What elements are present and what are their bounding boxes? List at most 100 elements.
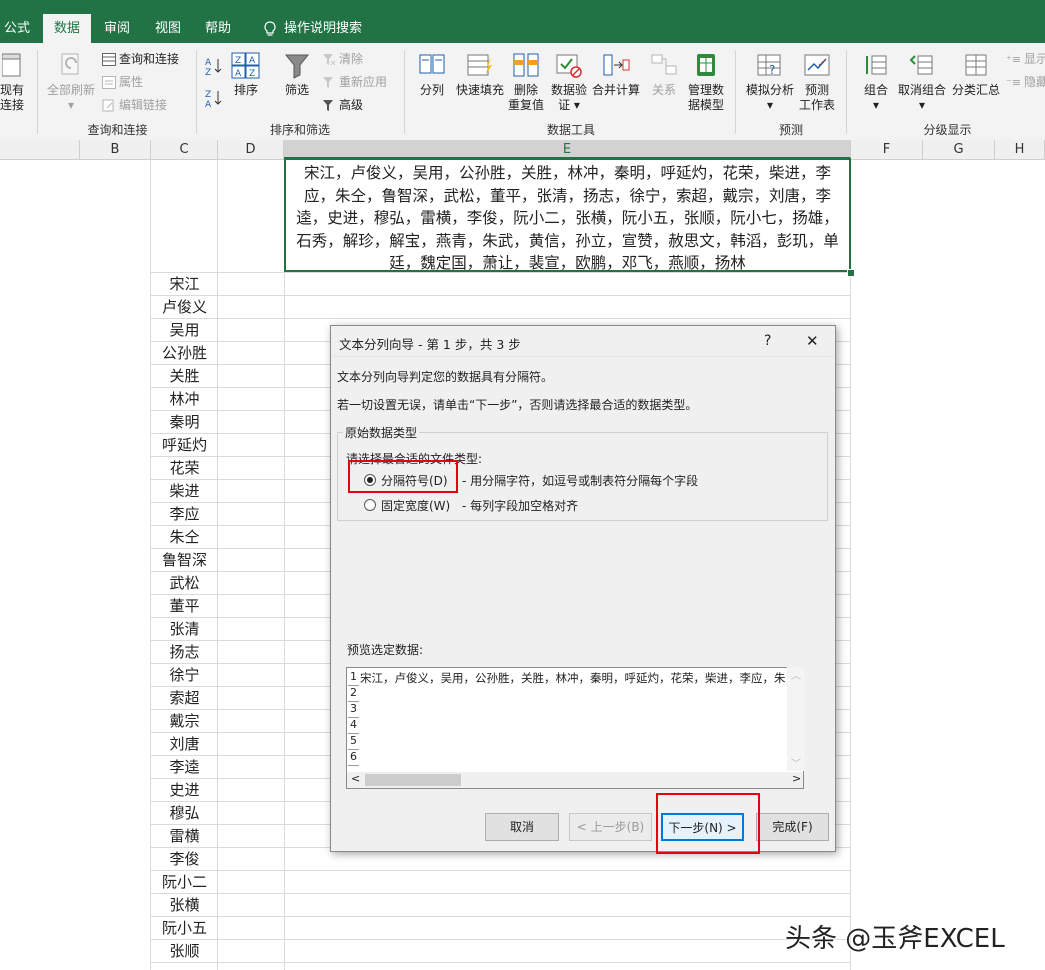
column-header-g[interactable]: G — [923, 140, 995, 159]
name-cell[interactable]: 索超 — [151, 687, 218, 710]
name-cell[interactable]: 张横 — [151, 894, 218, 917]
edit-links-button[interactable]: 编辑链接 — [102, 96, 167, 114]
sort-desc-icon[interactable]: ZA — [205, 88, 223, 110]
name-cell[interactable]: 公孙胜 — [151, 342, 218, 365]
preview-hscrollbar[interactable]: < > — [346, 772, 804, 789]
lightbulb-icon[interactable] — [258, 14, 282, 43]
tab-view[interactable]: 视图 — [148, 14, 188, 43]
forecast-sheet-button[interactable]: 预测 工作表 — [798, 52, 836, 113]
name-cell[interactable]: 戴宗 — [151, 710, 218, 733]
name-cell[interactable]: 刘唐 — [151, 733, 218, 756]
option-fixed-label[interactable]: 固定宽度(W) — [381, 497, 450, 514]
name-cell[interactable]: 史进 — [151, 779, 218, 802]
scroll-right-icon[interactable]: > — [792, 772, 801, 785]
name-cell[interactable]: 张清 — [151, 618, 218, 641]
row-gridline — [218, 870, 850, 871]
advanced-filter-button[interactable]: 高级 — [322, 96, 363, 114]
column-header-a[interactable] — [0, 140, 80, 159]
clear-filter-button[interactable]: 清除 — [322, 50, 363, 68]
cancel-button[interactable]: 取消 — [485, 813, 559, 841]
back-button[interactable]: < 上一步(B) — [569, 813, 652, 841]
sort-button[interactable]: ZAAZ 排序 — [229, 52, 263, 98]
highlight-next — [656, 793, 760, 854]
tab-help[interactable]: 帮助 — [198, 14, 238, 43]
queries-connections-button[interactable]: 查询和连接 — [102, 50, 179, 68]
data-validation-button[interactable]: 数据验 证 ▾ — [548, 52, 590, 113]
name-cell[interactable]: 花荣 — [151, 457, 218, 480]
name-cell[interactable]: 宋江 — [151, 273, 218, 296]
dialog-info-line2: 若一切设置无误，请单击“下一步”，否则请选择最合适的数据类型。 — [337, 398, 698, 412]
svg-text:Z: Z — [205, 90, 211, 100]
name-cell[interactable]: 林冲 — [151, 388, 218, 411]
preview-vscrollbar[interactable]: ︿ ﹀ — [787, 667, 804, 771]
name-cell[interactable]: 雷横 — [151, 825, 218, 848]
tab-review[interactable]: 审阅 — [97, 14, 137, 43]
column-header-f[interactable]: F — [851, 140, 923, 159]
name-cell[interactable]: 李俊 — [151, 848, 218, 871]
scroll-left-icon[interactable]: < — [351, 772, 360, 785]
fill-handle[interactable] — [847, 269, 855, 277]
svg-text:A: A — [249, 56, 256, 66]
forecast-sheet-label1: 预测 — [804, 83, 829, 97]
column-header-d[interactable]: D — [218, 140, 284, 159]
column-header-b[interactable]: B — [80, 140, 151, 159]
scroll-up-icon[interactable]: ︿ — [791, 667, 801, 682]
relationships-button[interactable]: 关系 — [644, 52, 684, 98]
name-cell[interactable]: 张顺 — [151, 940, 218, 963]
ungroup-button[interactable]: 取消组合 ▾ — [896, 52, 948, 113]
scroll-down-icon[interactable]: ﹀ — [791, 755, 801, 770]
what-if-button[interactable]: ? 模拟分析 ▾ — [742, 52, 798, 113]
clear-filter-label: 清除 — [339, 52, 364, 66]
hide-detail-button[interactable]: ⁻≡ 隐藏 — [1006, 73, 1045, 91]
group-button[interactable]: 组合 ▾ — [856, 52, 896, 113]
tab-data[interactable]: 数据 — [43, 14, 91, 43]
preview-box[interactable]: 宋江，卢俊义，吴用，公孙胜，关胜，林冲，秦明，呼延灼，花荣，柴进，李应，朱 — [346, 667, 804, 789]
column-header-c[interactable]: C — [151, 140, 218, 159]
name-cell[interactable]: 关胜 — [151, 365, 218, 388]
name-cell[interactable]: 柴进 — [151, 480, 218, 503]
data-model-button[interactable]: 管理数 据模型 — [684, 52, 728, 113]
radio-fixed-width[interactable] — [364, 499, 376, 511]
consolidate-button[interactable]: 合并计算 — [590, 52, 642, 98]
name-cell[interactable]: 朱仝 — [151, 526, 218, 549]
name-cell[interactable]: 李应 — [151, 503, 218, 526]
name-cell[interactable]: 鲁智深 — [151, 549, 218, 572]
existing-connections-button[interactable]: 现有 连接 — [0, 52, 24, 113]
name-cell[interactable]: 阮小二 — [151, 871, 218, 894]
name-cell[interactable]: 卢俊义 — [151, 296, 218, 319]
show-detail-label: 显示 — [1024, 52, 1045, 66]
finish-button[interactable]: 完成(F) — [756, 813, 829, 841]
cell-e1-names[interactable]: 宋江，卢俊义，吴用，公孙胜，关胜，林冲，秦明，呼延灼，花荣，柴进，李应，朱仝，鲁… — [284, 158, 851, 272]
name-cell[interactable]: 阮小五 — [151, 917, 218, 940]
column-header-h[interactable]: H — [995, 140, 1045, 159]
help-icon[interactable]: ? — [764, 333, 771, 349]
tab-search[interactable]: 操作说明搜索 — [284, 14, 364, 43]
text-to-columns-button[interactable]: 分列 — [412, 52, 452, 98]
tab-formulas[interactable]: 公式 — [0, 14, 34, 43]
name-cell[interactable]: 穆弘 — [151, 802, 218, 825]
hscroll-thumb[interactable] — [365, 774, 461, 786]
flash-fill-button[interactable]: 快速填充 — [454, 52, 506, 98]
sort-asc-icon[interactable]: AZ — [205, 56, 223, 78]
refresh-all-button[interactable]: 全部刷新 ▾ — [44, 52, 98, 113]
subtotal-button[interactable]: 分类汇总 — [950, 52, 1002, 98]
properties-button[interactable]: 属性 — [102, 73, 143, 91]
group-label-forecast: 预测 — [778, 123, 803, 137]
name-cell[interactable]: 吴用 — [151, 319, 218, 342]
name-cell[interactable]: 武松 — [151, 572, 218, 595]
consolidate-label: 合并计算 — [591, 83, 640, 97]
filter-label: 筛选 — [284, 83, 309, 97]
group-label: 组合 — [863, 83, 888, 97]
remove-duplicates-button[interactable]: 删除 重复值 — [506, 52, 546, 113]
filter-button[interactable]: 筛选 — [280, 52, 314, 98]
name-cell[interactable]: 扬志 — [151, 641, 218, 664]
show-detail-button[interactable]: ⁺≡ 显示 — [1006, 50, 1045, 68]
name-cell[interactable]: 董平 — [151, 595, 218, 618]
column-header-e[interactable]: E — [284, 140, 851, 159]
name-cell[interactable]: 秦明 — [151, 411, 218, 434]
name-cell[interactable]: 呼延灼 — [151, 434, 218, 457]
name-cell[interactable]: 徐宁 — [151, 664, 218, 687]
name-cell[interactable]: 李逵 — [151, 756, 218, 779]
reapply-button[interactable]: 重新应用 — [322, 73, 387, 91]
close-icon[interactable]: ✕ — [806, 332, 819, 350]
